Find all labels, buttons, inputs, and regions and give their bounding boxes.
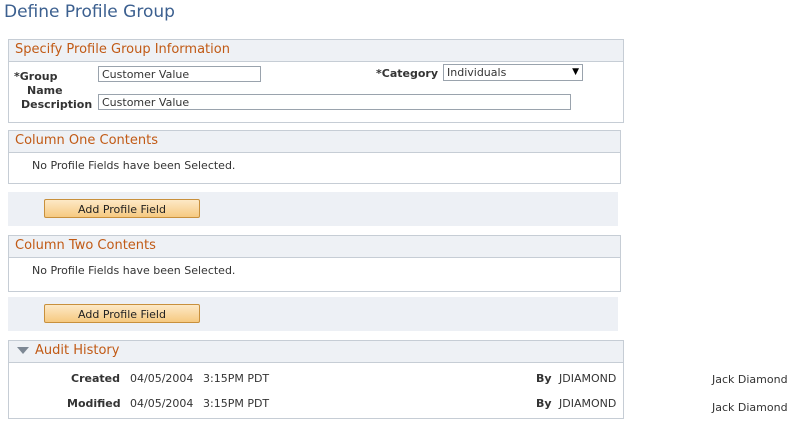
audit-history-title: Audit History [35, 343, 120, 358]
audit-created-label: Created [71, 372, 120, 385]
audit-modified-user-id: JDIAMOND [559, 397, 617, 410]
column-two-header: Column Two Contents [9, 236, 620, 258]
audit-modified-time: 3:15PM PDT [203, 397, 270, 410]
category-select[interactable]: Individuals ▼ [443, 64, 583, 81]
group-name-label: *Group Name [14, 70, 63, 98]
collapse-triangle-icon[interactable] [17, 347, 29, 354]
column-one-add-profile-field-button[interactable]: Add Profile Field [44, 199, 200, 218]
category-label: *Category [376, 67, 438, 80]
description-input[interactable] [98, 94, 571, 110]
audit-modified-date: 04/05/2004 [130, 397, 194, 410]
audit-created-user-id: JDIAMOND [559, 372, 617, 385]
profile-group-section-header: Specify Profile Group Information [9, 40, 623, 62]
category-select-value: Individuals [447, 66, 507, 79]
audit-modified-by-label: By [536, 397, 552, 410]
group-name-input[interactable] [98, 66, 261, 82]
description-label: Description [21, 98, 93, 111]
audit-modified-user-name: Jack Diamond [712, 401, 788, 414]
audit-modified-label: Modified [67, 397, 121, 410]
audit-history-header[interactable]: Audit History [9, 341, 623, 363]
audit-created-date: 04/05/2004 [130, 372, 194, 385]
audit-created-time: 3:15PM PDT [203, 372, 270, 385]
column-one-empty-message: No Profile Fields have been Selected. [32, 159, 236, 172]
audit-created-by-label: By [536, 372, 552, 385]
group-name-label-line2: Name [27, 84, 63, 97]
column-one-section: Column One Contents [8, 130, 621, 184]
audit-created-user-name: Jack Diamond [712, 373, 788, 386]
column-two-add-profile-field-button[interactable]: Add Profile Field [44, 304, 200, 323]
column-two-empty-message: No Profile Fields have been Selected. [32, 264, 236, 277]
chevron-down-icon: ▼ [572, 67, 579, 77]
page-title: Define Profile Group [4, 2, 175, 22]
group-name-label-line1: *Group [14, 70, 58, 83]
column-one-header: Column One Contents [9, 131, 620, 153]
